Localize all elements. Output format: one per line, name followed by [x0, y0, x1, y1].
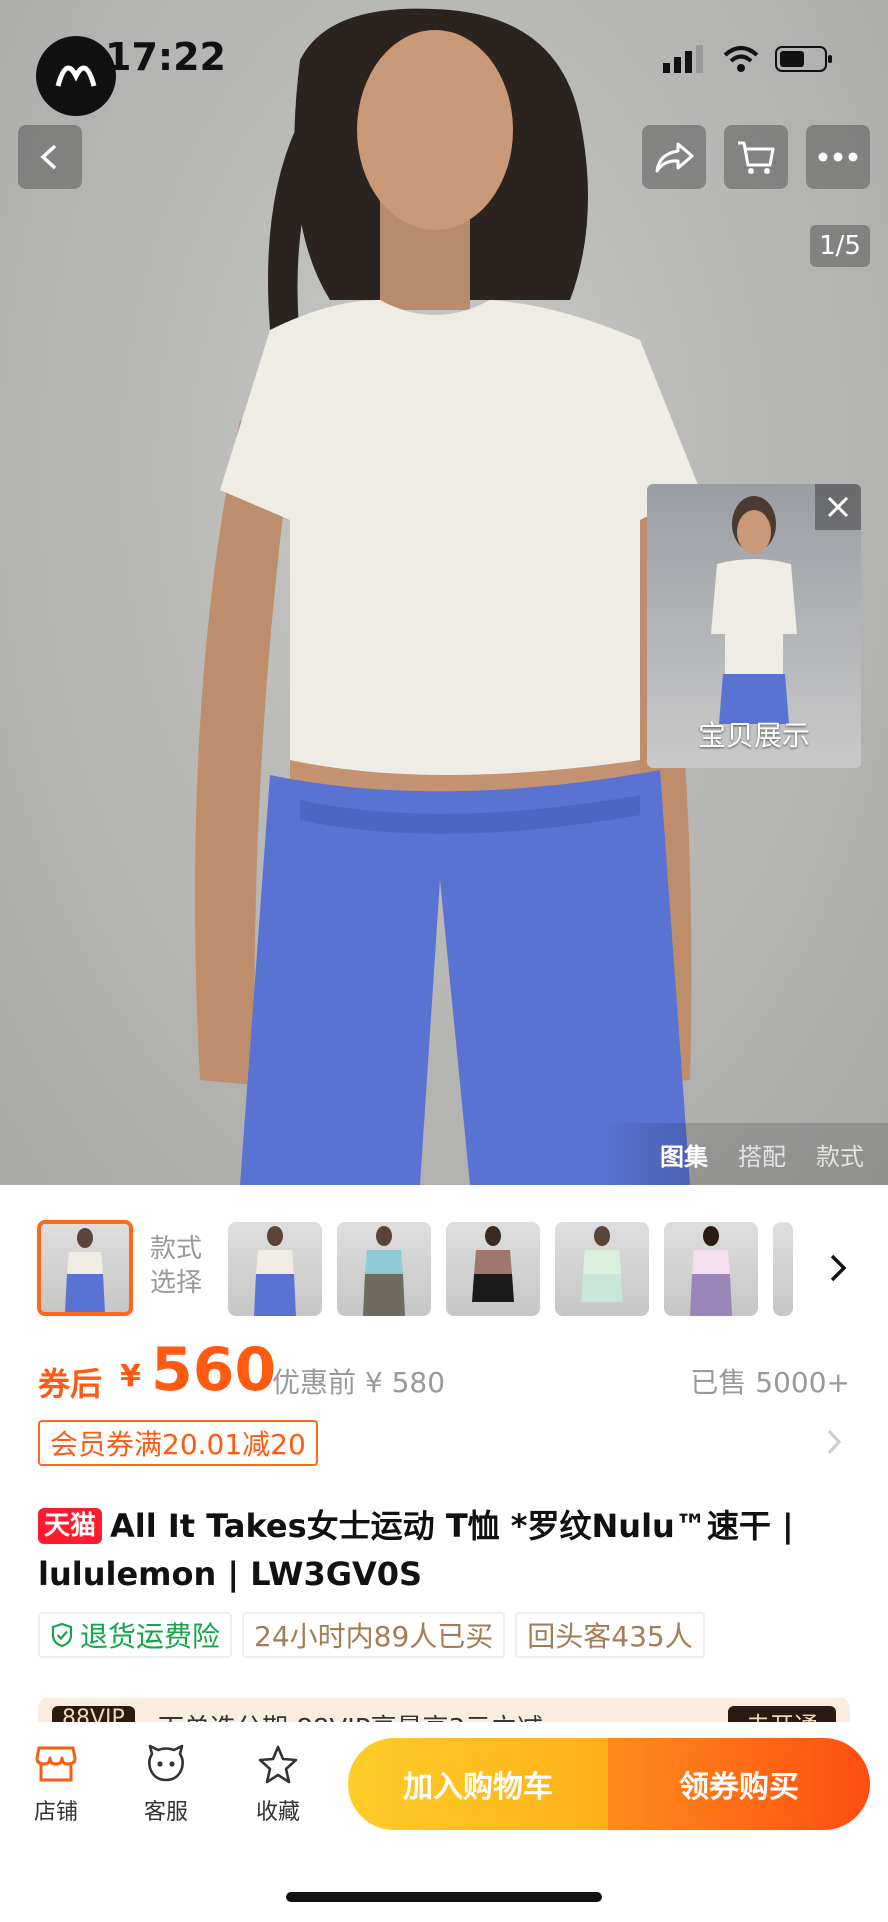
- coupon-row[interactable]: 会员券满20.01减20: [38, 1420, 850, 1466]
- status-bar: 17:22: [0, 0, 888, 116]
- recent-buyers-tag: 24小时内89人已买: [242, 1612, 506, 1658]
- variant-thumb[interactable]: [773, 1222, 793, 1316]
- variant-image: [363, 1226, 405, 1316]
- wifi-icon: [723, 46, 759, 72]
- tab-style[interactable]: 款式: [816, 1137, 864, 1172]
- preview-label: 宝贝展示: [697, 719, 810, 752]
- variant-image: [65, 1228, 105, 1312]
- cart-icon: [738, 141, 775, 174]
- return-insurance-label: 退货运费险: [80, 1620, 221, 1653]
- variant-thumb[interactable]: [555, 1222, 649, 1316]
- share-icon: [655, 142, 694, 173]
- purchase-actions: 加入购物车 领券购买: [348, 1738, 870, 1830]
- member-coupon[interactable]: 会员券满20.01减20: [38, 1420, 318, 1466]
- repeat-customers-tag: 回头客435人: [515, 1612, 705, 1658]
- status-time: 17:22: [105, 35, 226, 79]
- lululemon-logo: [36, 36, 116, 116]
- chevron-left-icon: [40, 144, 57, 170]
- close-preview-button[interactable]: [815, 484, 861, 530]
- variant-image: [581, 1226, 623, 1302]
- variant-selector: 款式 选择: [0, 1220, 888, 1318]
- tab-outfit[interactable]: 搭配: [738, 1137, 786, 1172]
- chat-face-icon: [148, 1744, 184, 1782]
- video-preview[interactable]: 宝贝展示: [647, 484, 861, 768]
- more-icon: [818, 152, 858, 162]
- chevron-right-icon[interactable]: [828, 1252, 848, 1284]
- variant-thumb[interactable]: [337, 1222, 431, 1316]
- price-value: 560: [151, 1335, 277, 1405]
- store-icon: [35, 1746, 77, 1782]
- variant-thumb[interactable]: [664, 1222, 758, 1316]
- battery-icon: [775, 46, 832, 72]
- price-row: 券后 ¥ 560 优惠前 ¥ 580 已售 5000+: [38, 1335, 850, 1405]
- store-label: 店铺: [33, 1800, 78, 1825]
- cart-button[interactable]: [724, 125, 788, 189]
- add-to-cart-button[interactable]: 加入购物车: [348, 1738, 608, 1830]
- hero-tabs: 图集 搭配 款式: [600, 1123, 888, 1185]
- signal-icon: [663, 45, 703, 73]
- variant-image: [254, 1226, 296, 1316]
- return-insurance-tag[interactable]: 退货运费险: [38, 1612, 233, 1658]
- tmall-badge: 天猫: [38, 1508, 103, 1544]
- favorite-button[interactable]: 收藏: [238, 1744, 318, 1826]
- variant-thumb[interactable]: [37, 1220, 133, 1316]
- shield-check-icon: [51, 1622, 73, 1648]
- system-icons: [663, 44, 833, 74]
- service-label: 客服: [143, 1800, 188, 1825]
- store-button[interactable]: 店铺: [16, 1744, 96, 1826]
- style-select-label[interactable]: 款式 选择: [150, 1232, 210, 1300]
- original-price: 优惠前 ¥ 580: [272, 1366, 446, 1399]
- variant-image: [690, 1226, 732, 1316]
- more-button[interactable]: [806, 125, 870, 189]
- share-button[interactable]: [642, 125, 706, 189]
- variant-thumb[interactable]: [446, 1222, 540, 1316]
- sold-count: 已售 5000+: [690, 1366, 850, 1399]
- service-tags: 退货运费险 24小时内89人已买 回头客435人: [38, 1612, 705, 1658]
- customer-service-button[interactable]: 客服: [126, 1744, 206, 1826]
- product-title-text: All It Takes女士运动 T恤 *罗纹Nulu™速干 | lululem…: [38, 1507, 794, 1593]
- home-indicator[interactable]: [286, 1892, 602, 1902]
- currency-symbol: ¥: [120, 1359, 141, 1394]
- bottom-action-bar: 店铺 客服 收藏 加入购物车 领券购买: [0, 1722, 888, 1842]
- close-icon: [827, 496, 849, 518]
- back-button[interactable]: [18, 125, 82, 189]
- product-title: 天猫 All It Takes女士运动 T恤 *罗纹Nulu™速干 | lulul…: [38, 1502, 850, 1598]
- variant-image: [472, 1226, 514, 1302]
- price-tag: 券后: [38, 1365, 103, 1403]
- product-hero-image[interactable]: 17:22 1/5 宝贝展示 图集 搭配 款式: [0, 0, 888, 1185]
- chevron-right-icon: [827, 1429, 842, 1455]
- coupon-buy-button[interactable]: 领券购买: [608, 1738, 870, 1830]
- star-icon: [258, 1745, 298, 1784]
- image-counter: 1/5: [810, 225, 870, 267]
- favorite-label: 收藏: [255, 1800, 300, 1825]
- variant-thumb[interactable]: [228, 1222, 322, 1316]
- tab-gallery[interactable]: 图集: [660, 1137, 708, 1172]
